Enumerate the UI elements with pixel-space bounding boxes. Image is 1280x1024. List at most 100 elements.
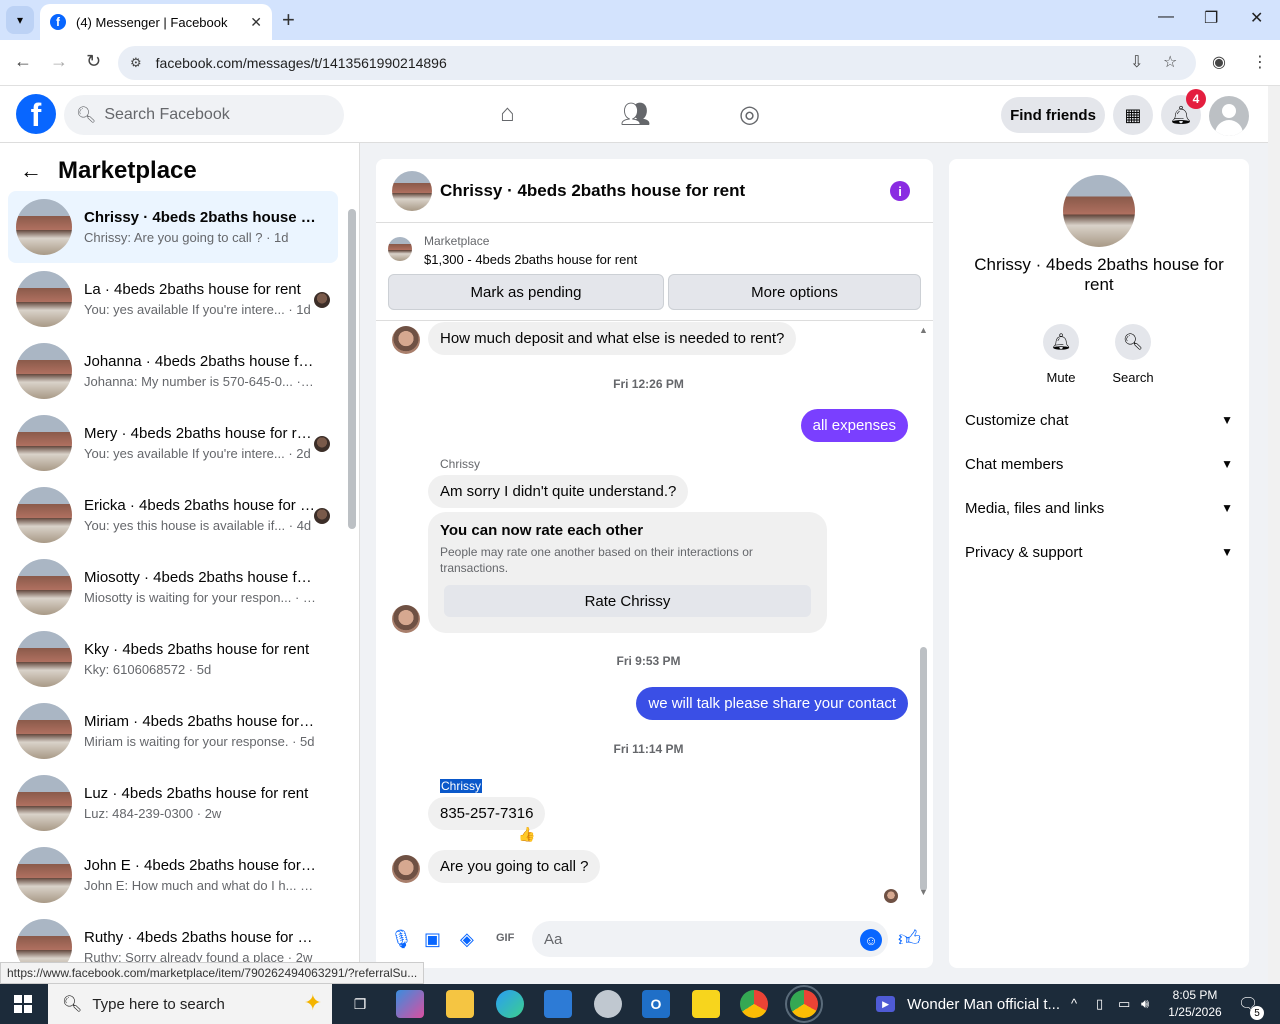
sidebar-scrollbar[interactable] [346, 195, 356, 975]
tab-search-button[interactable]: ▾ [6, 6, 34, 34]
marketplace-label: Marketplace [424, 234, 490, 248]
conversation-item[interactable]: Kky · 4beds 2baths house for rent Kky: 61… [8, 623, 338, 695]
conversation-item[interactable]: Johanna · 4beds 2baths house for rent Joh… [8, 335, 338, 407]
more-options-button[interactable]: More options [668, 274, 921, 310]
store-icon[interactable] [544, 990, 572, 1018]
conversation-item[interactable]: John E · 4beds 2baths house for rent John… [8, 839, 338, 911]
facebook-search[interactable]: 🔍︎ [64, 95, 344, 135]
chat-title[interactable]: Chrissy · 4beds 2baths house for rent [440, 181, 745, 201]
conversation-info-panel: Chrissy · 4beds 2baths house for rent 🔔︎… [949, 159, 1249, 968]
microphone-icon[interactable]: 🎙︎ [390, 929, 413, 950]
page-scrollbar[interactable] [1268, 86, 1280, 984]
conversation-snippet: Kky: 6106068572 · 5d [84, 662, 212, 677]
thumbs-up-icon[interactable]: 👍︎ [898, 925, 921, 952]
sticky-notes-icon[interactable] [692, 990, 720, 1018]
app-icon[interactable] [594, 990, 622, 1018]
conversation-name: Mery · 4beds 2baths house for rent [84, 425, 316, 442]
mute-button[interactable]: 🔔︎ Mute [1026, 324, 1096, 385]
new-tab-button[interactable]: + [282, 8, 295, 32]
facebook-logo[interactable]: f [16, 94, 56, 134]
facebook-search-input[interactable] [104, 106, 325, 124]
taskbar-clock[interactable]: 8:05 PM 1/25/2026 [1160, 987, 1230, 1021]
chrome-active-icon[interactable] [785, 985, 823, 1023]
listing-price-title[interactable]: $1,300 - 4beds 2baths house for rent [424, 252, 637, 267]
rate-chrissy-button[interactable]: Rate Chrissy [444, 585, 811, 617]
menu-grid-icon[interactable]: ▦ [1113, 95, 1153, 135]
conversation-item[interactable]: Ericka · 4beds 2baths house for rent You:… [8, 479, 338, 551]
message-incoming: Are you going to call ? [428, 850, 601, 883]
info-icon[interactable]: i [890, 181, 910, 201]
volume-icon[interactable]: 🔊︎ [1141, 996, 1149, 1012]
menu-kebab-icon[interactable]: ⋮ [1252, 52, 1268, 72]
minimize-button[interactable]: — [1158, 8, 1174, 26]
friends-icon[interactable]: 👥︎ [620, 100, 650, 129]
media-widget[interactable]: ▶ Wonder Man official t... [870, 984, 1060, 1024]
tab-title: (4) Messenger | Facebook [76, 14, 228, 30]
restore-button[interactable]: ❐ [1204, 8, 1218, 28]
scroll-up-icon[interactable]: ▲ [919, 325, 928, 335]
scroll-down-icon[interactable]: ▼ [919, 887, 928, 897]
taskbar-search[interactable]: 🔍︎ Type here to search ✦ [48, 984, 332, 1024]
browser-tab-active[interactable]: f (4) Messenger | Facebook ✕ [40, 4, 272, 40]
home-icon[interactable]: ⌂ [500, 100, 515, 128]
back-arrow-icon[interactable]: ← [14, 51, 32, 72]
conversation-name: Miriam · 4beds 2baths house for rent [84, 713, 316, 730]
gif-icon[interactable]: GIF [496, 932, 514, 944]
chrome-icon[interactable] [740, 990, 768, 1018]
conversation-item[interactable]: Chrissy · 4beds 2baths house for rent Chr… [8, 191, 338, 263]
rate-card-description: People may rate one another based on the… [440, 545, 753, 575]
groups-icon[interactable]: ◎ [739, 100, 760, 129]
customize-chat-row[interactable]: Customize chat ▼ [965, 402, 1233, 438]
account-avatar[interactable] [1209, 96, 1249, 136]
network-icon[interactable]: ▭ [1118, 996, 1130, 1012]
copilot-icon[interactable] [396, 990, 424, 1018]
sticker-icon[interactable]: ◈ [460, 929, 474, 950]
back-arrow-icon[interactable]: ← [20, 158, 42, 184]
windows-start-icon[interactable] [14, 995, 32, 1013]
close-window-button[interactable]: ✕ [1250, 8, 1263, 28]
bookmark-star-icon[interactable]: ☆ [1163, 52, 1177, 72]
conversation-name: Miosotty · 4beds 2baths house for rent [84, 569, 316, 586]
file-explorer-icon[interactable] [446, 990, 474, 1018]
search-conversation-button[interactable]: 🔍︎ Search [1098, 324, 1168, 385]
chat-scrollbar[interactable]: ▲ ▼ [917, 325, 929, 897]
device-icon[interactable]: ▯ [1096, 996, 1103, 1012]
conversation-item[interactable]: Mery · 4beds 2baths house for rent You: y… [8, 407, 338, 479]
find-friends-button[interactable]: Find friends [1001, 97, 1105, 133]
install-app-icon[interactable]: ⇩ [1130, 52, 1143, 72]
mark-as-pending-button[interactable]: Mark as pending [388, 274, 664, 310]
thumbs-up-reaction-icon[interactable]: 👍 [518, 826, 535, 843]
conversation-item[interactable]: Luz · 4beds 2baths house for rent Luz: 48… [8, 767, 338, 839]
outlook-icon[interactable]: O [642, 990, 670, 1018]
site-settings-icon[interactable]: ⚙ [130, 55, 142, 71]
listing-thumbnail[interactable] [392, 170, 432, 211]
privacy-support-row[interactable]: Privacy & support ▼ [965, 534, 1233, 570]
media-files-links-row[interactable]: Media, files and links ▼ [965, 490, 1233, 526]
url-field[interactable]: ⚙ facebook.com/messages/t/14135619902148… [118, 46, 1196, 80]
url-text: facebook.com/messages/t/1413561990214896 [155, 55, 447, 71]
listing-thumbnail [16, 703, 72, 759]
edge-icon[interactable] [496, 990, 524, 1018]
seen-avatar [884, 889, 898, 903]
reload-icon[interactable]: ↻ [86, 51, 101, 72]
listing-thumbnail-small[interactable] [388, 237, 412, 261]
conversation-text: John E · 4beds 2baths house for rent John… [84, 857, 316, 893]
conversation-item[interactable]: La · 4beds 2baths house for rent You: yes… [8, 263, 338, 335]
conversation-item[interactable]: Miriam · 4beds 2baths house for rent Miri… [8, 695, 338, 767]
clock-time: 8:05 PM [1172, 988, 1218, 1002]
task-view-icon[interactable]: ❐ [346, 990, 374, 1018]
photo-icon[interactable]: ▣ [424, 929, 441, 950]
emoji-icon[interactable]: ☺ [860, 929, 882, 951]
conversation-text: Mery · 4beds 2baths house for rent You: y… [84, 425, 316, 461]
sender-name-selected: Chrissy [440, 779, 483, 793]
chat-members-row[interactable]: Chat members ▼ [965, 446, 1233, 482]
close-icon[interactable]: ✕ [250, 14, 262, 31]
info-title: Chrissy · 4beds 2baths house for rent [974, 255, 1224, 294]
conversation-item[interactable]: Miosotty · 4beds 2baths house for rent Mi… [8, 551, 338, 623]
chevron-up-icon[interactable]: ^ [1071, 996, 1077, 1011]
conversation-name: La · 4beds 2baths house for rent [84, 281, 301, 298]
listing-thumbnail-large[interactable] [1063, 175, 1135, 247]
message-input[interactable] [532, 921, 888, 957]
forward-arrow-icon[interactable]: → [50, 51, 68, 72]
profile-icon[interactable]: ◉ [1212, 52, 1226, 72]
